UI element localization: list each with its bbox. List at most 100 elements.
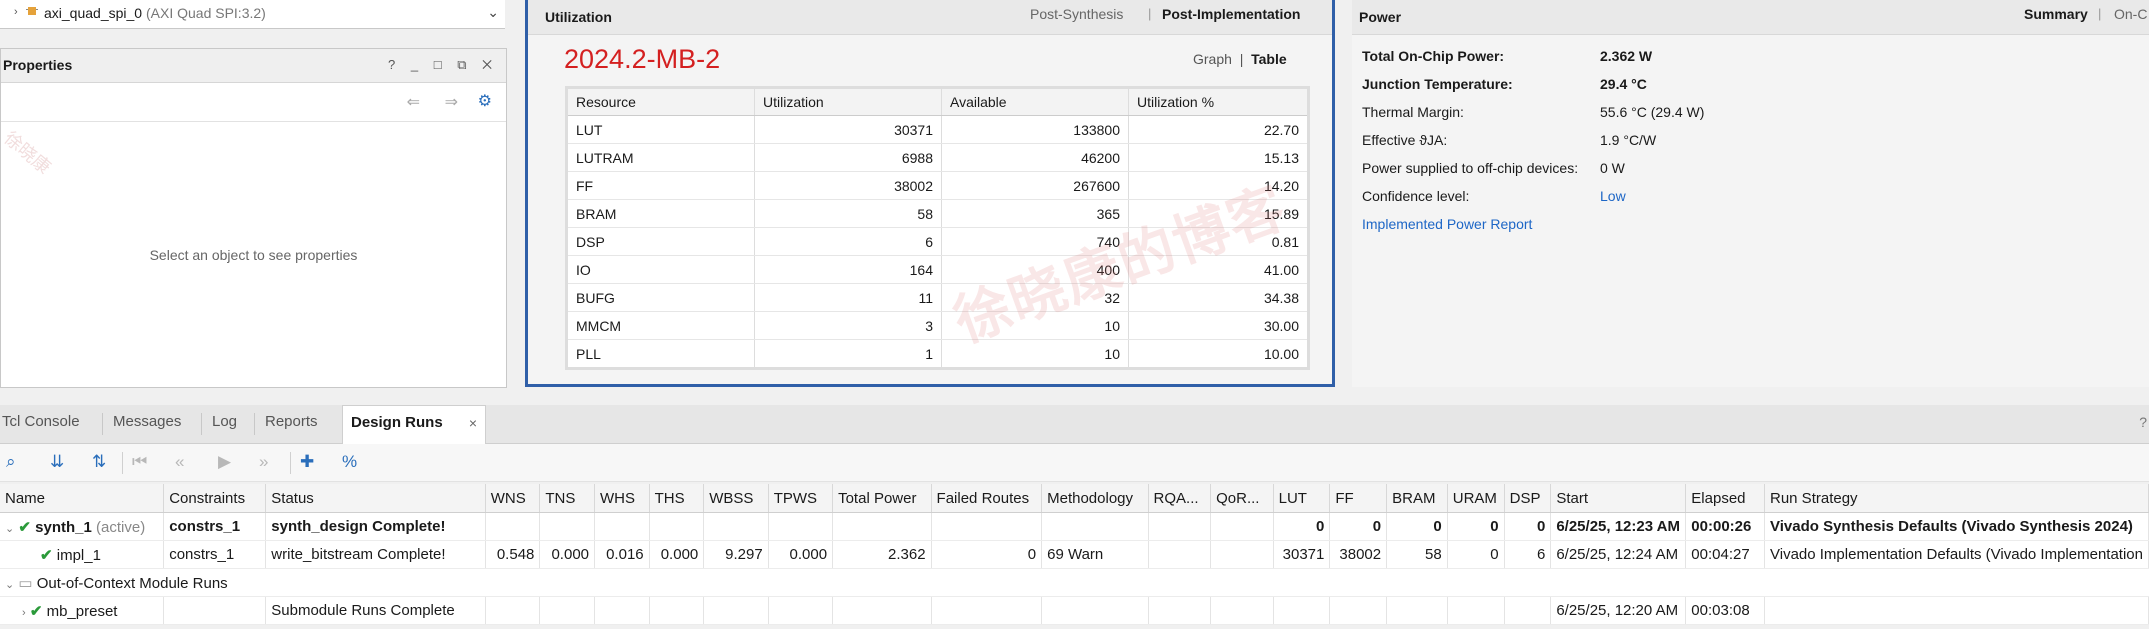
col-start[interactable]: Start: [1550, 484, 1687, 513]
collapse-all-icon[interactable]: ⇊: [50, 452, 64, 472]
col-lut[interactable]: LUT: [1273, 484, 1331, 513]
lut-cell: [1273, 596, 1331, 625]
wns-cell: 0.548: [485, 540, 541, 569]
col-elapsed[interactable]: Elapsed: [1685, 484, 1765, 513]
table-row[interactable]: BUFG 11 32 34.38: [566, 283, 1309, 312]
empty-properties-message: Select an object to see properties: [149, 247, 358, 263]
power-key: Thermal Margin:: [1362, 104, 1464, 120]
first-icon[interactable]: ⏮: [132, 452, 147, 472]
col-bram[interactable]: BRAM: [1386, 484, 1448, 513]
col-rqa[interactable]: RQA...: [1148, 484, 1212, 513]
search-icon[interactable]: ⌕: [6, 452, 16, 472]
source-row[interactable]: › axi_quad_spi_0 (AXI Quad SPI:3.2) ⌄: [0, 0, 505, 29]
play-icon[interactable]: ▶: [218, 452, 231, 472]
col-ff[interactable]: FF: [1329, 484, 1388, 513]
methodology-cell: [1041, 596, 1149, 625]
design-name: 2024.2-MB-2: [564, 44, 721, 74]
percent-cell: 15.13: [1128, 143, 1309, 172]
col-methodology[interactable]: Methodology: [1041, 484, 1149, 513]
previous-icon[interactable]: «: [175, 452, 184, 472]
utilization-cell: 58: [754, 199, 942, 228]
back-arrow-icon[interactable]: ⇐: [407, 92, 420, 112]
graph-view-link[interactable]: Graph: [1193, 51, 1232, 67]
run-row-synth[interactable]: ⌄ ✔ synth_1 (active) constrs_1 synth_des…: [0, 512, 2149, 541]
tab-post-implementation[interactable]: Post-Implementation: [1162, 6, 1300, 22]
chevron-right-icon[interactable]: ›: [14, 6, 18, 18]
run-row-impl[interactable]: ✔ impl_1 constrs_1 write_bitstream Compl…: [0, 540, 2149, 569]
col-tns[interactable]: TNS: [539, 484, 596, 513]
col-resource[interactable]: Resource: [566, 87, 755, 116]
panel-window-icons[interactable]: ? _ □ ⧉ ✕: [388, 57, 498, 73]
wns-cell: [485, 596, 541, 625]
uram-cell: 0: [1447, 540, 1505, 569]
table-row[interactable]: PLL 1 10 10.00: [566, 339, 1309, 369]
tab-divider: [102, 413, 103, 435]
constraints-cell: constrs_1: [163, 512, 267, 541]
power-title: Power: [1359, 9, 1402, 25]
chevron-down-icon[interactable]: ⌄: [5, 523, 14, 535]
tab-reports[interactable]: Reports: [265, 413, 318, 430]
col-whs[interactable]: WHS: [594, 484, 650, 513]
col-utilization-pct[interactable]: Utilization %: [1128, 87, 1309, 116]
tab-summary[interactable]: Summary: [2024, 6, 2088, 22]
tab-log[interactable]: Log: [212, 413, 237, 430]
col-dsp[interactable]: DSP: [1504, 484, 1552, 513]
start-cell: 6/25/25, 12:20 AM: [1550, 596, 1687, 625]
col-tpws[interactable]: TPWS: [768, 484, 834, 513]
col-utilization[interactable]: Utilization: [754, 87, 942, 116]
forward-arrow-icon[interactable]: ⇒: [445, 92, 458, 112]
view-toggle: Graph | Table: [1193, 51, 1287, 67]
chevron-down-icon[interactable]: ⌄: [487, 4, 499, 21]
power-report-link[interactable]: Implemented Power Report: [1362, 216, 1532, 232]
tpws-cell: 0.000: [768, 540, 834, 569]
elapsed-cell: 00:00:26: [1685, 512, 1765, 541]
status-cell: write_bitstream Complete!: [265, 540, 486, 569]
run-row-mb-preset[interactable]: › ✔ mb_preset Submodule Runs Complete 6/…: [0, 596, 2149, 625]
table-row[interactable]: LUT 30371 133800 22.70: [566, 115, 1309, 144]
close-icon[interactable]: ×: [469, 415, 477, 431]
col-total-power[interactable]: Total Power: [832, 484, 932, 513]
add-icon[interactable]: ✚: [300, 452, 314, 472]
col-run-strategy[interactable]: Run Strategy: [1764, 484, 2149, 513]
col-constraints[interactable]: Constraints: [163, 484, 267, 513]
col-wns[interactable]: WNS: [485, 484, 541, 513]
percent-icon[interactable]: %: [342, 452, 357, 472]
col-name[interactable]: Name: [0, 484, 165, 513]
failed-routes-cell: [931, 512, 1043, 541]
gear-icon[interactable]: ⚙: [478, 91, 492, 111]
confidence-link[interactable]: Low: [1600, 188, 1626, 204]
tab-on-chip[interactable]: On-C: [2114, 6, 2147, 22]
help-icon[interactable]: ?: [2139, 414, 2147, 430]
constraints-cell: [163, 596, 267, 625]
table-view-link[interactable]: Table: [1251, 51, 1287, 67]
expand-all-icon[interactable]: ⇅: [92, 452, 106, 472]
col-qor[interactable]: QoR...: [1210, 484, 1274, 513]
tab-tcl-console[interactable]: Tcl Console: [2, 413, 80, 430]
tab-messages[interactable]: Messages: [113, 413, 181, 430]
table-row[interactable]: MMCM 3 10 30.00: [566, 311, 1309, 340]
run-name: impl_1: [56, 546, 101, 564]
empty-cell: [485, 568, 2149, 597]
tab-post-synthesis[interactable]: Post-Synthesis: [1030, 6, 1123, 22]
tns-cell: [539, 596, 596, 625]
run-row-ooc[interactable]: ⌄ ▭ Out-of-Context Module Runs: [0, 568, 2149, 597]
tab-design-runs[interactable]: Design Runs ×: [342, 405, 486, 444]
start-cell: 6/25/25, 12:24 AM: [1550, 540, 1687, 569]
next-icon[interactable]: »: [259, 452, 268, 472]
run-name-cell: ✔ impl_1: [0, 540, 165, 569]
col-wbss[interactable]: WBSS: [703, 484, 769, 513]
col-ths[interactable]: THS: [649, 484, 705, 513]
wbss-cell: [703, 596, 769, 625]
constraints-cell: constrs_1: [163, 540, 267, 569]
chevron-down-icon[interactable]: ⌄: [5, 579, 14, 591]
col-uram[interactable]: URAM: [1447, 484, 1505, 513]
col-failed-routes[interactable]: Failed Routes: [931, 484, 1043, 513]
col-available[interactable]: Available: [941, 87, 1129, 116]
power-key: Confidence level:: [1362, 188, 1470, 204]
col-status[interactable]: Status: [265, 484, 486, 513]
methodology-cell[interactable]: 69 Warn: [1041, 540, 1149, 569]
table-row[interactable]: LUTRAM 6988 46200 15.13: [566, 143, 1309, 172]
chevron-right-icon[interactable]: ›: [22, 607, 26, 619]
toolbar-divider: [290, 452, 291, 474]
tpws-cell: [768, 596, 834, 625]
